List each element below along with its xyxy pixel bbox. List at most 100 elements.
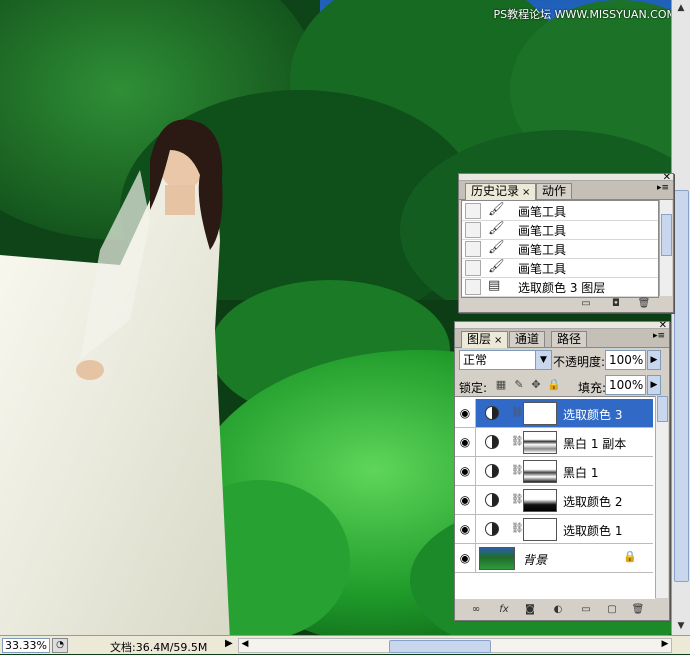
layer-mask-thumbnail[interactable] — [523, 518, 557, 541]
visibility-eye-icon[interactable]: ◉ — [455, 544, 476, 572]
layer-mask-thumbnail[interactable] — [523, 431, 557, 454]
new-layer-icon[interactable]: ▢ — [605, 604, 619, 616]
new-document-icon[interactable]: ▭ — [579, 298, 593, 310]
tab-channels[interactable]: 通道 — [509, 331, 546, 347]
watermark-text: PS教程论坛 WWW.MISSYUAN.COM — [493, 8, 676, 21]
fill-input[interactable]: 100% — [605, 375, 646, 395]
visibility-eye-icon[interactable]: ◉ — [455, 428, 476, 456]
layers-tabs: 图层 × 通道 路径 ▸≡ — [455, 329, 669, 348]
adjustment-layer-icon — [485, 435, 499, 449]
scroll-down-icon[interactable]: ▼ — [675, 620, 687, 632]
history-list: 🖌 画笔工具 🖌 画笔工具 🖌 画笔工具 🖌 画笔工具 ▤ 选取颜色 3 图层 — [461, 200, 659, 298]
lock-icon: 🔒 — [623, 550, 637, 563]
snapshot-source-box[interactable] — [465, 241, 481, 257]
brush-icon: 🖌 — [488, 259, 505, 274]
table-row[interactable]: ◉ ⛓ 黑白 1 副本 — [455, 428, 653, 457]
link-chain-icon[interactable]: ⛓ — [511, 407, 524, 418]
table-row[interactable]: ◉ ⛓ 选取颜色 1 — [455, 515, 653, 544]
tab-actions[interactable]: 动作 — [536, 183, 573, 199]
panel-menu-icon[interactable]: ▸≡ — [657, 183, 669, 193]
scroll-thumb[interactable] — [661, 214, 672, 256]
snapshot-camera-icon[interactable]: ◘ — [609, 298, 623, 310]
history-label: 画笔工具 — [518, 205, 567, 219]
tab-layers[interactable]: 图层 × — [461, 331, 509, 348]
tab-label: 通道 — [515, 332, 540, 346]
history-label: 画笔工具 — [518, 262, 567, 276]
visibility-eye-icon[interactable]: ◉ — [455, 457, 476, 485]
history-titlebar[interactable]: ✕ — [459, 172, 673, 183]
layers-footer: ∞ fx ◙ ◐ ▭ ▢ 🗑 — [455, 600, 669, 620]
history-footer: ▭ ◘ 🗑 — [459, 296, 673, 312]
layers-titlebar[interactable]: ✕ — [455, 320, 669, 331]
opacity-slider-arrow-icon[interactable]: ▶ — [647, 350, 661, 370]
scroll-thumb[interactable] — [389, 640, 491, 653]
table-row[interactable]: ◉ ⛓ 选取颜色 3 — [455, 399, 653, 428]
mask-icon[interactable]: ◙ — [523, 604, 537, 616]
layer-name: 背景 — [523, 553, 548, 567]
link-icon[interactable]: ∞ — [469, 604, 483, 616]
lock-position-icon[interactable]: ✥ — [530, 378, 542, 391]
scroll-right-icon[interactable]: ▶ — [659, 639, 671, 649]
tab-history[interactable]: 历史记录 × — [465, 183, 537, 200]
chevron-down-icon[interactable]: ▼ — [535, 351, 551, 369]
link-chain-icon[interactable]: ⛓ — [511, 465, 524, 476]
lock-pixels-icon[interactable]: ✎ — [513, 378, 525, 391]
group-icon[interactable]: ▭ — [579, 604, 593, 616]
history-panel: ✕ 历史记录 × 动作 ▸≡ 🖌 画笔工具 🖌 画笔工具 🖌 画笔工具 🖌 画笔工… — [458, 172, 674, 313]
adjustment-layer-icon — [485, 406, 499, 420]
lock-all-icon[interactable]: 🔒 — [547, 378, 561, 391]
canvas-vertical-scrollbar[interactable]: ▲ ▼ — [671, 0, 690, 636]
tab-label: 动作 — [542, 184, 567, 198]
table-row[interactable]: ◉ ⛓ 选取颜色 2 — [455, 486, 653, 515]
zoom-input[interactable]: 33.33% — [2, 638, 50, 653]
fill-label: 填充: — [578, 381, 607, 395]
brush-icon: 🖌 — [488, 221, 505, 236]
lock-transparency-icon[interactable]: ▦ — [495, 378, 507, 391]
scroll-left-icon[interactable]: ◀ — [239, 639, 251, 649]
tab-paths[interactable]: 路径 — [551, 331, 588, 347]
panel-menu-icon[interactable]: ▸≡ — [653, 331, 665, 341]
navigator-icon[interactable]: ◔ — [52, 638, 68, 653]
fill-slider-arrow-icon[interactable]: ▶ — [647, 375, 661, 395]
tab-close-icon[interactable]: × — [494, 335, 502, 346]
blend-mode-select[interactable]: 正常 ▼ — [459, 350, 552, 370]
tab-close-icon[interactable]: × — [522, 187, 530, 198]
table-row[interactable]: ◉ ⛓ 黑白 1 — [455, 457, 653, 486]
visibility-eye-icon[interactable]: ◉ — [455, 486, 476, 514]
snapshot-source-box[interactable] — [465, 279, 481, 295]
list-item[interactable]: ▤ 选取颜色 3 图层 — [462, 277, 658, 297]
table-row[interactable]: ◉ 背景 🔒 — [455, 544, 653, 573]
canvas-horizontal-scrollbar[interactable]: ◀ ▶ — [238, 638, 672, 653]
history-label: 选取颜色 3 图层 — [518, 281, 606, 295]
fx-icon[interactable]: fx — [497, 604, 511, 616]
scroll-thumb[interactable] — [657, 396, 668, 422]
scroll-thumb[interactable] — [674, 190, 689, 582]
layer-thumbnail[interactable] — [479, 547, 515, 570]
snapshot-source-box[interactable] — [465, 203, 481, 219]
scroll-up-icon[interactable]: ▲ — [675, 2, 687, 14]
opacity-label: 不透明度: — [553, 355, 606, 369]
visibility-eye-icon[interactable]: ◉ — [455, 515, 476, 543]
layer-mask-thumbnail[interactable] — [523, 460, 557, 483]
layer-mask-thumbnail[interactable] — [523, 402, 557, 425]
history-scrollbar[interactable] — [659, 200, 672, 296]
trash-icon[interactable]: 🗑 — [631, 604, 645, 616]
status-menu-arrow-icon[interactable]: ▶ — [225, 638, 233, 649]
snapshot-source-box[interactable] — [465, 222, 481, 238]
layer-mask-thumbnail[interactable] — [523, 489, 557, 512]
history-label: 画笔工具 — [518, 224, 567, 238]
list-item[interactable]: 🖌 画笔工具 — [462, 239, 658, 259]
snapshot-source-box[interactable] — [465, 260, 481, 276]
trash-icon[interactable]: 🗑 — [637, 298, 651, 310]
link-chain-icon[interactable]: ⛓ — [511, 523, 524, 534]
visibility-eye-icon[interactable]: ◉ — [455, 399, 476, 427]
blend-mode-value: 正常 — [463, 353, 488, 367]
opacity-input[interactable]: 100% — [605, 350, 646, 370]
list-item[interactable]: 🖌 画笔工具 — [462, 201, 658, 221]
link-chain-icon[interactable]: ⛓ — [511, 494, 524, 505]
adjustment-icon[interactable]: ◐ — [551, 604, 565, 616]
layers-scrollbar[interactable] — [655, 396, 668, 598]
list-item[interactable]: 🖌 画笔工具 — [462, 258, 658, 278]
link-chain-icon[interactable]: ⛓ — [511, 436, 524, 447]
list-item[interactable]: 🖌 画笔工具 — [462, 220, 658, 240]
